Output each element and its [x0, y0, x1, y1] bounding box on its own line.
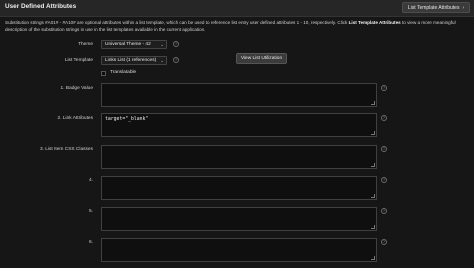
resize-handle[interactable] [371, 194, 375, 198]
resize-handle[interactable] [371, 131, 375, 135]
translatable-checkbox[interactable] [101, 71, 106, 76]
list-template-select[interactable]: Links List (1 references) ⌄ [101, 56, 167, 65]
chevron-right-icon: › [462, 4, 465, 11]
attribute-5-textarea[interactable] [101, 207, 377, 231]
region-title: User Defined Attributes [5, 3, 77, 10]
attribute-3-textarea[interactable] [101, 145, 377, 169]
attribute-4-textarea[interactable] [101, 176, 377, 200]
help-icon[interactable]: ? [173, 57, 179, 63]
help-icon[interactable]: ? [381, 85, 387, 91]
list-template-value: Links List (1 references) [105, 58, 157, 63]
description-part1: Substitution strings #A01# - #A10# are o… [5, 20, 349, 25]
attribute-3-label: 3. List Item CSS Classes [39, 147, 93, 152]
resize-handle[interactable] [371, 101, 375, 105]
attribute-1-label: 1. Badge Value [60, 86, 93, 91]
region-header: User Defined Attributes List Template At… [0, 0, 474, 17]
resize-handle[interactable] [371, 256, 375, 260]
translatable-label: Translatable [110, 70, 137, 75]
help-icon[interactable]: ? [381, 208, 387, 214]
theme-value: Universal Theme - 42 [105, 42, 151, 47]
help-icon[interactable]: ? [381, 115, 387, 121]
attribute-1-textarea[interactable] [101, 83, 377, 107]
view-list-utilization-button[interactable]: View List Utilization [236, 53, 287, 64]
help-icon[interactable]: ? [173, 41, 179, 47]
attribute-6-textarea[interactable] [101, 238, 377, 262]
chevron-down-icon: ⌄ [160, 58, 164, 63]
list-template-attributes-button[interactable]: List Template Attributes › [402, 2, 470, 13]
theme-select[interactable]: Universal Theme - 42 ⌄ [101, 40, 167, 49]
help-icon[interactable]: ? [381, 177, 387, 183]
help-icon[interactable]: ? [381, 146, 387, 152]
attribute-6-label: 6. [88, 240, 93, 245]
attribute-2-label: 2. Link Attributes [57, 116, 93, 121]
help-icon[interactable]: ? [381, 239, 387, 245]
description-text: Substitution strings #A01# - #A10# are o… [5, 19, 471, 33]
resize-handle[interactable] [371, 225, 375, 229]
attribute-4-label: 4. [88, 178, 93, 183]
attribute-2-textarea[interactable]: target="_blank" [101, 113, 377, 137]
theme-label: Theme [78, 42, 93, 47]
resize-handle[interactable] [371, 163, 375, 167]
description-bold: List Template Attributes [348, 20, 401, 25]
attribute-5-label: 5. [88, 209, 93, 214]
list-template-attributes-label: List Template Attributes [407, 4, 460, 11]
list-template-label: List Template [64, 58, 93, 63]
chevron-down-icon: ⌄ [160, 42, 164, 47]
